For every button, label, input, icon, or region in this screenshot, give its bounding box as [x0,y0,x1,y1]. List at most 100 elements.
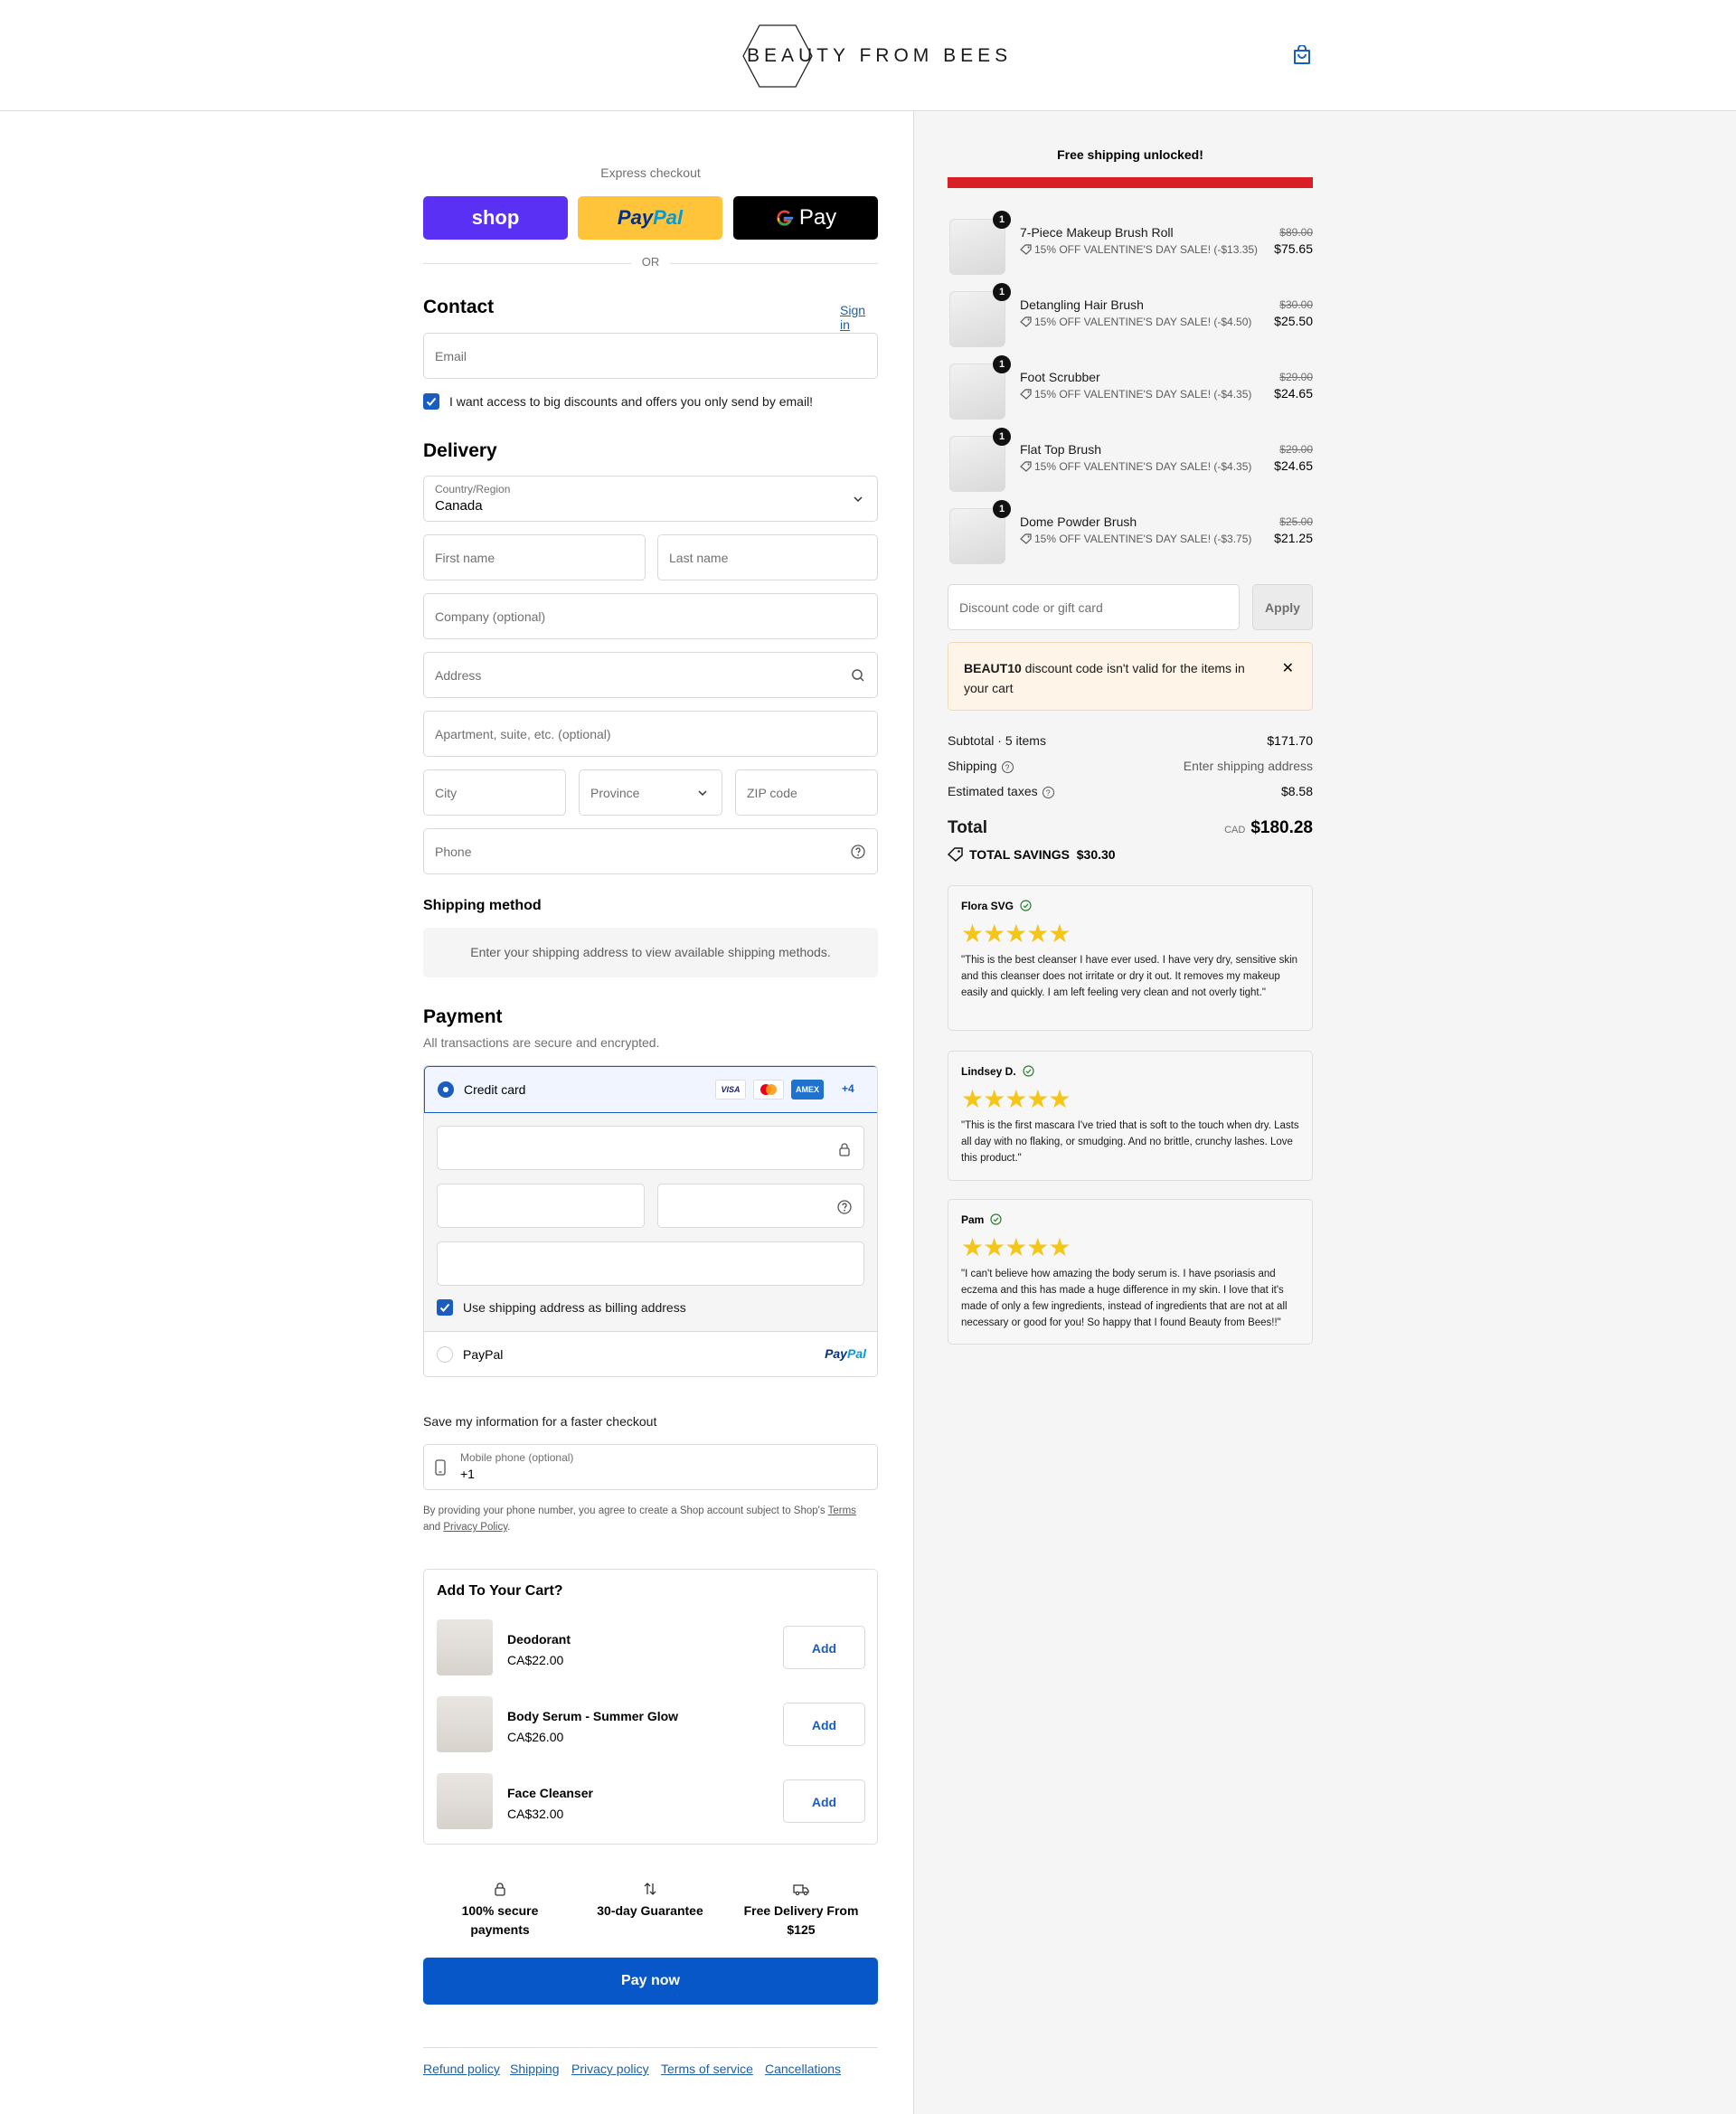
shipping-method-message: Enter your shipping address to view avai… [423,928,878,977]
help-circle-icon[interactable]: ? [1042,787,1054,798]
checkmark-icon [426,397,437,406]
brand-logo[interactable]: BEAUTY FROM BEES [741,24,1007,89]
upsell-item: Deodorant CA$22.00 Add [424,1619,879,1683]
upsell-item: Face Cleanser CA$32.00 Add [424,1773,879,1836]
lock-icon [495,1883,505,1896]
star-rating: ★★★★★ [961,920,1071,948]
paypal-button[interactable]: Pay Pal [578,196,722,240]
marketing-label: I want access to big discounts and offer… [449,394,814,409]
quantity-badge: 1 [993,428,1011,446]
verified-check-icon [990,1213,1002,1225]
privacy-policy-footer-link[interactable]: Privacy policy [571,2062,649,2076]
discounted-price: $25.50 [1274,314,1313,328]
total-value: CAD $180.28 [1224,818,1313,837]
taxes-label: Estimated taxes? [948,784,1054,798]
google-pay-button[interactable]: Pay [733,196,878,240]
expiration-date-field[interactable] [437,1184,645,1228]
paypal-radio[interactable] [437,1346,453,1363]
company-field[interactable]: Company (optional) [423,593,878,639]
credit-card-option[interactable]: Credit card VISA AMEX +4 [424,1066,877,1113]
country-select[interactable]: Country/Region Canada [423,476,878,522]
shipping-label: Shipping? [948,759,1014,773]
free-delivery-badge: Free Delivery From $125 [724,1882,878,1939]
amex-icon: AMEX [791,1080,824,1099]
terms-of-service-link[interactable]: Terms of service [661,2062,753,2076]
original-price: $29.00 [1279,443,1313,456]
contact-title: Contact [423,297,495,317]
address-field[interactable]: Address [423,652,878,698]
province-select[interactable]: Province [579,769,722,816]
product-discount: 15% OFF VALENTINE'S DAY SALE! (-$4.50) [1020,316,1251,328]
help-circle-icon[interactable] [850,844,866,860]
verified-check-icon [1023,1065,1034,1077]
phone-field[interactable]: Phone [423,828,878,874]
tag-icon [1020,244,1032,255]
security-code-field[interactable] [657,1184,864,1228]
last-name-field[interactable]: Last name [657,534,878,580]
refund-policy-link[interactable]: Refund policy [423,2062,500,2076]
original-price: $29.00 [1279,371,1313,383]
pay-now-button[interactable]: Pay now [423,1958,878,2005]
chevron-down-icon [854,496,863,503]
original-price: $25.00 [1279,515,1313,528]
discount-warning-banner: BEAUT10 discount code isn't valid for th… [948,642,1313,711]
product-discount: 15% OFF VALENTINE'S DAY SALE! (-$13.35) [1020,243,1258,256]
upsell-box: Add To Your Cart? Deodorant CA$22.00 Add… [423,1569,878,1845]
add-face-cleanser-button[interactable]: Add [783,1779,865,1823]
reviewer-name: Pam [961,1213,1002,1226]
card-number-field[interactable] [437,1126,864,1170]
apartment-field[interactable]: Apartment, suite, etc. (optional) [423,711,878,757]
product-thumbnail [437,1696,493,1752]
quantity-badge: 1 [993,211,1011,229]
product-thumbnail [437,1773,493,1829]
chevron-down-icon [698,790,707,797]
subtotal-label: Subtotal · 5 items [948,733,1046,748]
apply-discount-button[interactable]: Apply [1252,584,1313,630]
review-text: "This is the first mascara I've tried th… [961,1120,1299,1164]
shop-pay-button[interactable]: shop [423,196,568,240]
product-name: Dome Powder Brush [1020,514,1137,529]
first-name-field[interactable]: First name [423,534,646,580]
cancellations-link[interactable]: Cancellations [765,2062,841,2076]
mobile-phone-field[interactable]: Mobile phone (optional) +1 [423,1444,878,1490]
brand-name: BEAUTY FROM BEES [747,45,1013,66]
tag-icon [947,847,963,862]
help-circle-icon[interactable] [836,1199,853,1215]
payment-title: Payment [423,1006,503,1027]
review-text: "This is the best cleanser I have ever u… [961,955,1298,998]
city-field[interactable]: City [423,769,566,816]
marketing-checkbox[interactable] [423,393,439,410]
name-on-card-field[interactable] [437,1241,864,1286]
star-rating: ★★★★★ [961,1233,1071,1261]
sign-in-link[interactable]: Sign in [840,303,878,332]
paypal-option[interactable]: PayPal PayPal [424,1332,877,1376]
close-icon[interactable]: ✕ [1282,659,1294,677]
quantity-badge: 1 [993,500,1011,518]
original-price: $30.00 [1279,298,1313,311]
delivery-title: Delivery [423,440,497,461]
add-deodorant-button[interactable]: Add [783,1626,865,1669]
guarantee-badge: 30-day Guarantee [573,1882,727,1921]
help-circle-icon[interactable]: ? [1001,761,1014,773]
payment-methods: Credit card VISA AMEX +4 Use shipping ad… [423,1065,878,1377]
credit-card-radio[interactable] [438,1081,454,1098]
terms-link[interactable]: Terms [828,1505,856,1516]
free-shipping-message: Free shipping unlocked! [1057,147,1203,162]
google-g-icon [777,210,793,226]
footer-links: Refund policy Shipping Privacy policy Te… [423,2047,878,2083]
email-field[interactable]: Email [423,333,878,379]
privacy-policy-link[interactable]: Privacy Policy [443,1522,507,1533]
checkmark-icon [439,1303,450,1312]
secure-payments-badge: 100% secure payments [423,1882,577,1939]
discount-code-field[interactable]: Discount code or gift card [948,584,1240,630]
mobile-phone-icon [435,1459,446,1476]
shipping-link[interactable]: Shipping [510,2062,560,2076]
billing-address-checkbox[interactable] [437,1299,453,1316]
product-discount: 15% OFF VALENTINE'S DAY SALE! (-$4.35) [1020,388,1251,401]
reviewer-name: Lindsey D. [961,1065,1034,1078]
add-body-serum-button[interactable]: Add [783,1703,865,1746]
shopping-bag-icon[interactable] [1293,44,1311,65]
product-name: 7-Piece Makeup Brush Roll [1020,225,1174,240]
tag-icon [1020,461,1032,472]
zip-code-field[interactable]: ZIP code [735,769,878,816]
